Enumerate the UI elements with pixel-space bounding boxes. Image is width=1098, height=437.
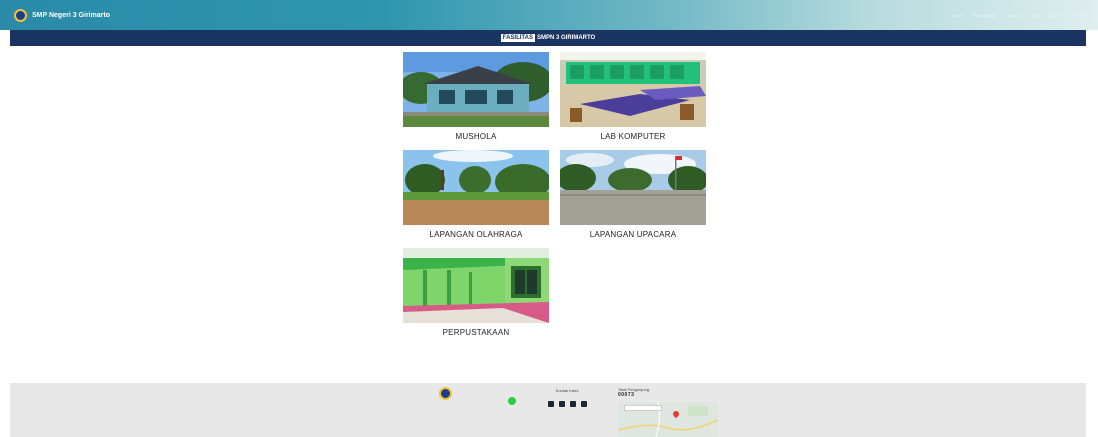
footer-visitor-counter: Total Pengunjung 00073 [618,387,728,398]
page-title: SMPN 3 GIRIMARTO [537,35,596,41]
map-open-button[interactable] [624,405,662,411]
site-footer: Kontak Kami Total Pengunjung 00073 [10,383,1086,437]
visitor-count: 00073 [618,392,635,398]
lapangan-upacara-photo[interactable] [560,150,706,225]
instagram-icon[interactable] [558,401,565,407]
top-navigation-bar: SMP Negeri 3 Girimarto Home Profil Sekol… [0,0,1098,30]
lab-komputer-photo[interactable] [560,52,706,127]
facility-caption: PERPUSTAKAAN [442,328,510,337]
facility-caption: MUSHOLA [455,132,497,141]
email-icon[interactable] [580,401,587,407]
nav-item-profil[interactable]: Profil Sekolah [972,13,997,18]
footer-school-info [415,387,475,403]
perpustakaan-photo[interactable] [403,248,549,323]
nav-item-informasi[interactable]: Informasi [1004,13,1020,18]
location-map[interactable] [618,402,718,437]
site-title[interactable]: SMP Negeri 3 Girimarto [32,12,110,19]
facility-caption: LAPANGAN OLAHRAGA [429,230,523,239]
facility-card-lab-komputer[interactable]: LAB KOMPUTER [560,52,706,141]
facebook-icon[interactable] [547,401,554,407]
facility-caption: LAPANGAN UPACARA [589,230,677,239]
nav-item-galeri[interactable]: Galeri [1029,13,1040,18]
page-title-banner: FASILITAS SMPN 3 GIRIMARTO [10,30,1086,46]
school-logo-icon[interactable] [14,8,27,22]
nav-item-ppdb[interactable]: PPDB [1075,13,1086,18]
youtube-icon[interactable] [569,401,576,407]
footer-contact-title: Kontak Kami [555,388,579,393]
whatsapp-icon[interactable] [508,397,516,405]
footer-school-logo-icon [438,387,452,400]
nav-item-guru-tamu[interactable]: Guru Tamu [1047,13,1067,18]
facility-caption: LAB KOMPUTER [600,132,666,141]
social-links [532,401,602,407]
nav-item-home[interactable]: Home [953,13,964,18]
facility-card-lapangan-olahraga[interactable]: LAPANGAN OLAHRAGA [403,150,549,239]
facility-card-perpustakaan[interactable]: PERPUSTAKAAN [403,248,549,337]
main-nav: Home Profil Sekolah Informasi Galeri Gur… [953,0,1086,30]
page-title-highlight: FASILITAS [500,34,535,42]
mushola-photo[interactable] [403,52,549,127]
facility-card-lapangan-upacara[interactable]: LAPANGAN UPACARA [560,150,706,239]
lapangan-olahraga-photo[interactable] [403,150,549,225]
footer-contact: Kontak Kami [532,388,602,407]
facility-card-mushola[interactable]: MUSHOLA [403,52,549,141]
